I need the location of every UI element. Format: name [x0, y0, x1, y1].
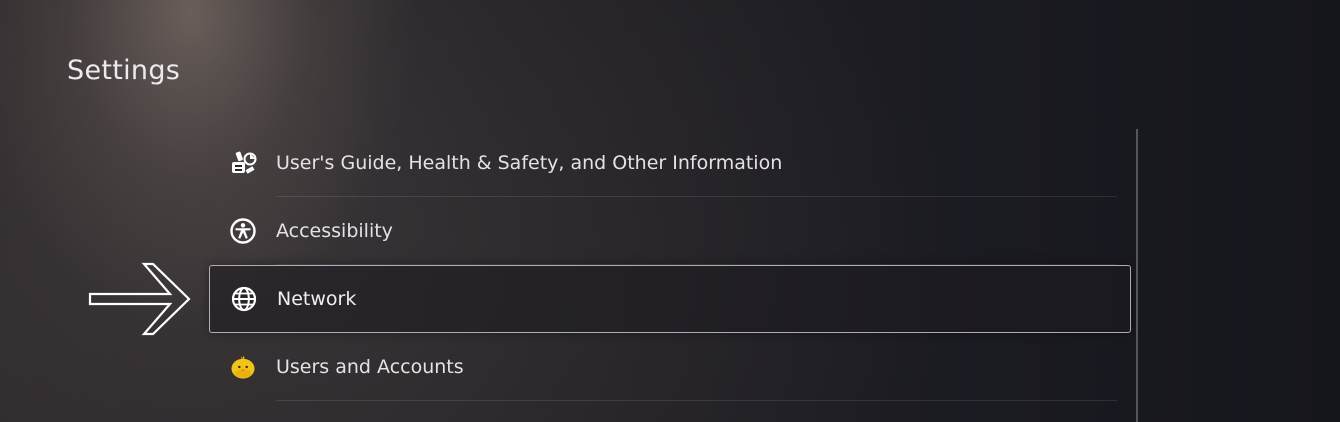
globe-icon	[230, 285, 258, 313]
menu-item-label: Accessibility	[276, 220, 393, 242]
menu-item-label: Users and Accounts	[276, 356, 464, 378]
menu-item-accessibility[interactable]: Accessibility	[209, 197, 1131, 265]
avatar-chick-icon	[229, 353, 257, 381]
divider	[276, 400, 1117, 401]
menu-item-label: Network	[277, 288, 357, 310]
page-title: Settings	[67, 55, 181, 86]
accessibility-icon	[229, 217, 257, 245]
menu-item-users-guide[interactable]: User's Guide, Health & Safety, and Other…	[209, 129, 1131, 197]
menu-item-label: User's Guide, Health & Safety, and Other…	[276, 152, 783, 174]
menu-item-network[interactable]: Network	[209, 265, 1131, 333]
menu-item-users-accounts[interactable]: Users and Accounts	[209, 333, 1131, 401]
pointer-arrow-icon	[88, 262, 191, 336]
info-guide-icon	[229, 149, 257, 177]
scrollbar[interactable]	[1136, 129, 1138, 422]
settings-menu: User's Guide, Health & Safety, and Other…	[209, 129, 1131, 401]
